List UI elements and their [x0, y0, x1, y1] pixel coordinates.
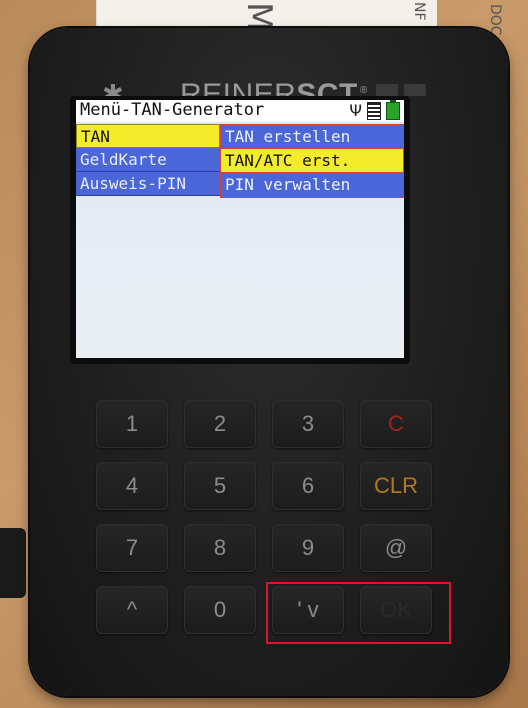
submenu-item-tan-erstellen[interactable]: TAN erstellen — [221, 125, 403, 149]
battery-icon — [386, 100, 400, 120]
key-c[interactable]: C — [360, 400, 432, 448]
key-1[interactable]: 1 — [96, 400, 168, 448]
menu-item-tan[interactable]: TAN — [76, 124, 220, 148]
menu-item-ausweis-pin[interactable]: Ausweis-PIN — [76, 172, 220, 196]
usb-cable — [0, 528, 26, 598]
key-4[interactable]: 4 — [96, 462, 168, 510]
card-icon — [367, 102, 381, 120]
status-lamp-1 — [376, 84, 398, 96]
lcd-screen: Menü-TAN-Generator Ψ TAN GeldKarte Auswe… — [70, 96, 410, 364]
paper-glyph-3: DOC — [487, 4, 503, 36]
annotation-highlight-box — [266, 582, 451, 644]
key-9[interactable]: 9 — [272, 524, 344, 572]
submenu: TAN erstellen TAN/ATC erst. PIN verwalte… — [220, 124, 404, 198]
key-0[interactable]: 0 — [184, 586, 256, 634]
submenu-item-tan-atc[interactable]: TAN/ATC erst. — [221, 149, 403, 173]
title-bar: Menü-TAN-Generator Ψ — [76, 100, 404, 122]
brand-mark: ® — [359, 85, 368, 96]
key-8[interactable]: 8 — [184, 524, 256, 572]
key-clr[interactable]: CLR — [360, 462, 432, 510]
status-lamp-2 — [404, 84, 426, 96]
lcd-display: Menü-TAN-Generator Ψ TAN GeldKarte Auswe… — [76, 100, 404, 358]
key-5[interactable]: 5 — [184, 462, 256, 510]
key-3[interactable]: 3 — [272, 400, 344, 448]
paper-glyph-2: NF — [411, 2, 427, 21]
paper-glyph-1: M — [239, 2, 279, 32]
key-at[interactable]: @ — [360, 524, 432, 572]
key-2[interactable]: 2 — [184, 400, 256, 448]
key-up[interactable]: ^ — [96, 586, 168, 634]
submenu-item-pin-verwalten[interactable]: PIN verwalten — [221, 173, 403, 197]
menu-item-geldkarte[interactable]: GeldKarte — [76, 148, 220, 172]
screen-title: Menü-TAN-Generator — [80, 100, 265, 120]
key-7[interactable]: 7 — [96, 524, 168, 572]
status-icons: Ψ — [349, 100, 400, 121]
main-menu: TAN GeldKarte Ausweis-PIN — [76, 124, 220, 196]
key-6[interactable]: 6 — [272, 462, 344, 510]
usb-icon: Ψ — [349, 101, 362, 120]
